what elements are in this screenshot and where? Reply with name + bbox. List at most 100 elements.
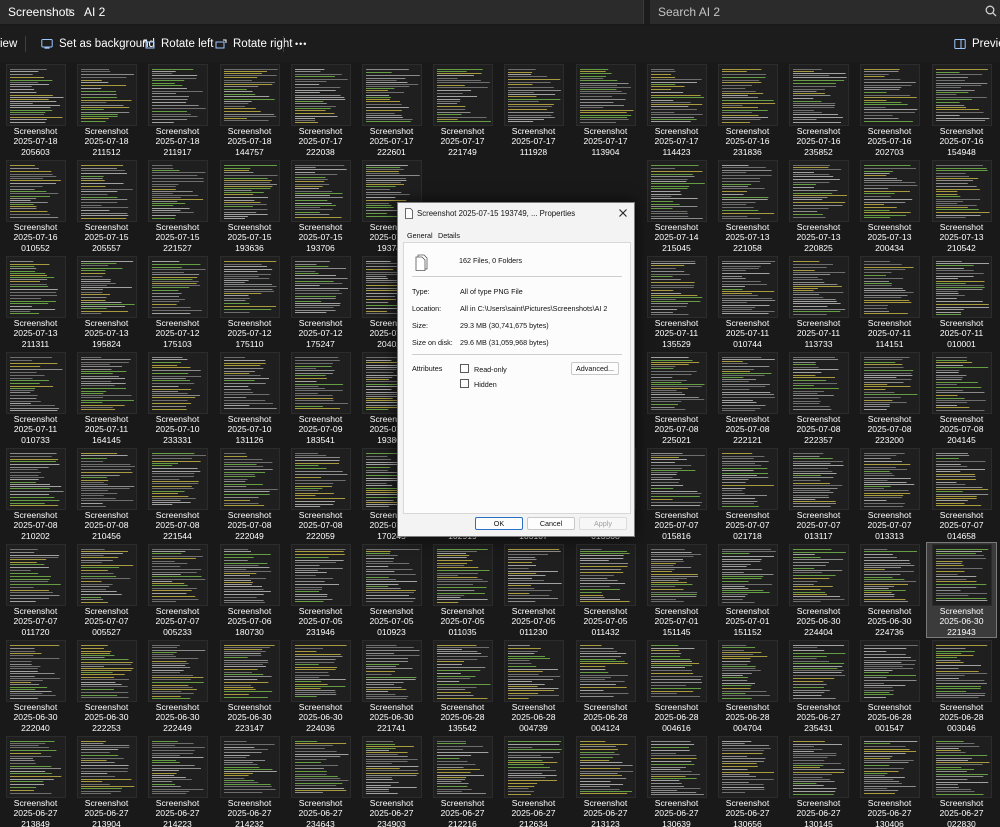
file-tile[interactable]: Screenshot 2025-07-08 222357 xyxy=(783,350,854,446)
file-tile[interactable]: Screenshot 2025-06-27 022830 xyxy=(926,734,997,827)
file-tile[interactable]: Screenshot 2025-07-15 193706 xyxy=(285,158,356,254)
file-tile[interactable]: Screenshot 2025-07-08 222059 xyxy=(285,446,356,542)
file-tile[interactable]: Screenshot 2025-07-11 010744 xyxy=(712,254,783,350)
file-tile[interactable]: Screenshot 2025-06-27 130639 xyxy=(641,734,712,827)
file-tile[interactable]: Screenshot 2025-07-07 014658 xyxy=(926,446,997,542)
file-tile[interactable]: Screenshot 2025-07-07 005233 xyxy=(142,542,213,638)
file-tile[interactable]: Screenshot 2025-07-08 210456 xyxy=(71,446,142,542)
file-tile[interactable]: Screenshot 2025-07-06 180730 xyxy=(214,542,285,638)
view-button[interactable]: iew xyxy=(0,26,17,62)
file-tile[interactable]: Screenshot 2025-07-15 205557 xyxy=(71,158,142,254)
file-tile[interactable]: Screenshot 2025-06-30 224736 xyxy=(854,542,925,638)
file-tile[interactable]: Screenshot 2025-06-28 003046 xyxy=(926,638,997,734)
file-tile[interactable]: Screenshot 2025-06-27 212634 xyxy=(498,734,569,827)
file-tile[interactable]: Screenshot 2025-07-15 193636 xyxy=(214,158,285,254)
file-tile[interactable]: Screenshot 2025-07-05 011035 xyxy=(427,542,498,638)
file-tile[interactable]: Screenshot 2025-07-07 005527 xyxy=(71,542,142,638)
file-tile[interactable]: Screenshot 2025-06-28 001547 xyxy=(854,638,925,734)
file-tile[interactable]: Screenshot 2025-07-08 210202 xyxy=(0,446,71,542)
file-tile[interactable]: Screenshot 2025-07-08 222121 xyxy=(712,350,783,446)
file-tile[interactable]: Screenshot 2025-07-11 010001 xyxy=(926,254,997,350)
file-tile[interactable]: Screenshot 2025-07-13 200434 xyxy=(854,158,925,254)
file-tile[interactable]: Screenshot 2025-07-17 114423 xyxy=(641,62,712,158)
file-tile[interactable]: Screenshot 2025-07-08 221544 xyxy=(142,446,213,542)
file-tile[interactable]: Screenshot 2025-07-18 211512 xyxy=(71,62,142,158)
file-tile[interactable]: Screenshot 2025-06-27 234643 xyxy=(285,734,356,827)
breadcrumb[interactable]: Screenshots › AI 2 xyxy=(0,0,644,24)
file-tile[interactable]: Screenshot 2025-07-11 113733 xyxy=(783,254,854,350)
file-tile[interactable]: Screenshot 2025-07-11 114151 xyxy=(854,254,925,350)
file-tile[interactable]: Screenshot 2025-06-27 213123 xyxy=(570,734,641,827)
preview-pane-button[interactable]: Preview xyxy=(954,26,1000,62)
file-tile[interactable]: Screenshot 2025-06-27 214223 xyxy=(142,734,213,827)
ok-button[interactable]: OK xyxy=(475,517,523,530)
file-tile[interactable]: Screenshot 2025-07-08 222049 xyxy=(214,446,285,542)
hidden-checkbox[interactable] xyxy=(460,379,469,388)
file-tile[interactable]: Screenshot 2025-06-30 224036 xyxy=(285,638,356,734)
file-tile[interactable]: Screenshot 2025-07-11 135529 xyxy=(641,254,712,350)
file-tile[interactable]: Screenshot 2025-07-13 221058 xyxy=(712,158,783,254)
breadcrumb-item-screenshots[interactable]: Screenshots xyxy=(8,5,75,19)
file-tile[interactable]: Screenshot 2025-06-28 004124 xyxy=(570,638,641,734)
hidden-label[interactable]: Hidden xyxy=(474,380,497,389)
file-tile[interactable]: Screenshot 2025-07-18 144757 xyxy=(214,62,285,158)
file-tile[interactable]: Screenshot 2025-07-17 111928 xyxy=(498,62,569,158)
file-tile[interactable]: Screenshot 2025-07-08 223200 xyxy=(854,350,925,446)
file-tile[interactable]: Screenshot 2025-07-18 211917 xyxy=(142,62,213,158)
file-tile[interactable]: Screenshot 2025-07-14 215045 xyxy=(641,158,712,254)
file-tile[interactable]: Screenshot 2025-07-05 010923 xyxy=(356,542,427,638)
file-tile[interactable]: Screenshot 2025-07-05 231946 xyxy=(285,542,356,638)
file-tile[interactable]: Screenshot 2025-06-27 235431 xyxy=(783,638,854,734)
file-tile[interactable]: Screenshot 2025-06-27 234903 xyxy=(356,734,427,827)
file-tile[interactable]: Screenshot 2025-07-17 113904 xyxy=(570,62,641,158)
file-tile[interactable]: Screenshot 2025-07-16 231836 xyxy=(712,62,783,158)
file-tile[interactable]: Screenshot 2025-07-07 015816 xyxy=(641,446,712,542)
file-tile[interactable]: Screenshot 2025-07-09 183541 xyxy=(285,350,356,446)
file-tile[interactable]: Screenshot 2025-07-17 222038 xyxy=(285,62,356,158)
file-tile[interactable]: Screenshot 2025-06-28 135542 xyxy=(427,638,498,734)
read-only-checkbox[interactable] xyxy=(460,364,469,373)
search-icon[interactable] xyxy=(984,4,998,18)
file-tile[interactable]: Screenshot 2025-07-13 195824 xyxy=(71,254,142,350)
apply-button[interactable]: Apply xyxy=(579,517,627,530)
file-tile[interactable]: Screenshot 2025-07-13 211311 xyxy=(0,254,71,350)
file-tile[interactable]: Screenshot 2025-07-05 011432 xyxy=(570,542,641,638)
file-tile[interactable]: Screenshot 2025-07-08 225021 xyxy=(641,350,712,446)
file-tile[interactable]: Screenshot 2025-07-12 175110 xyxy=(214,254,285,350)
file-tile[interactable]: Screenshot 2025-07-17 222601 xyxy=(356,62,427,158)
file-tile[interactable]: Screenshot 2025-07-10 233331 xyxy=(142,350,213,446)
file-tile[interactable]: Screenshot 2025-07-01 151145 xyxy=(641,542,712,638)
file-tile[interactable]: Screenshot 2025-07-12 175103 xyxy=(142,254,213,350)
file-tile[interactable]: Screenshot 2025-07-08 204145 xyxy=(926,350,997,446)
file-tile[interactable]: Screenshot 2025-07-17 221749 xyxy=(427,62,498,158)
search-box[interactable]: Search AI 2 xyxy=(650,0,1000,24)
rotate-left-button[interactable]: Rotate left xyxy=(143,26,213,62)
file-tile[interactable]: Screenshot 2025-07-07 021718 xyxy=(712,446,783,542)
file-tile[interactable]: Screenshot 2025-07-11 010733 xyxy=(0,350,71,446)
more-options-button[interactable]: ••• xyxy=(295,26,307,62)
file-tile[interactable]: Screenshot 2025-06-30 224404 xyxy=(783,542,854,638)
read-only-label[interactable]: Read-only xyxy=(474,365,507,374)
file-tile[interactable]: Screenshot 2025-06-27 130145 xyxy=(783,734,854,827)
set-as-background-button[interactable]: Set as background xyxy=(41,26,155,62)
file-tile[interactable]: Screenshot 2025-07-12 175247 xyxy=(285,254,356,350)
cancel-button[interactable]: Cancel xyxy=(527,517,575,530)
file-tile[interactable]: Screenshot 2025-06-28 004739 xyxy=(498,638,569,734)
file-tile[interactable]: Screenshot 2025-07-07 011720 xyxy=(0,542,71,638)
file-tile[interactable]: Screenshot 2025-07-15 221527 xyxy=(142,158,213,254)
file-tile[interactable]: Screenshot 2025-07-07 013117 xyxy=(783,446,854,542)
file-tile[interactable]: Screenshot 2025-07-01 151152 xyxy=(712,542,783,638)
file-tile[interactable]: Screenshot 2025-06-27 130406 xyxy=(854,734,925,827)
file-tile[interactable]: Screenshot 2025-06-27 214232 xyxy=(214,734,285,827)
file-tile[interactable]: Screenshot 2025-06-27 130656 xyxy=(712,734,783,827)
file-tile[interactable]: Screenshot 2025-06-30 221943 xyxy=(926,542,997,638)
breadcrumb-item-ai-2[interactable]: AI 2 xyxy=(84,5,105,19)
file-tile[interactable]: Screenshot 2025-06-30 222040 xyxy=(0,638,71,734)
file-tile[interactable]: Screenshot 2025-07-07 013313 xyxy=(854,446,925,542)
rotate-right-button[interactable]: Rotate right xyxy=(215,26,292,62)
file-tile[interactable]: Screenshot 2025-07-16 235852 xyxy=(783,62,854,158)
file-tile[interactable]: Screenshot 2025-06-27 213904 xyxy=(71,734,142,827)
file-tile[interactable]: Screenshot 2025-06-30 222449 xyxy=(142,638,213,734)
search-placeholder[interactable]: Search AI 2 xyxy=(658,5,720,19)
file-tile[interactable]: Screenshot 2025-07-11 164145 xyxy=(71,350,142,446)
